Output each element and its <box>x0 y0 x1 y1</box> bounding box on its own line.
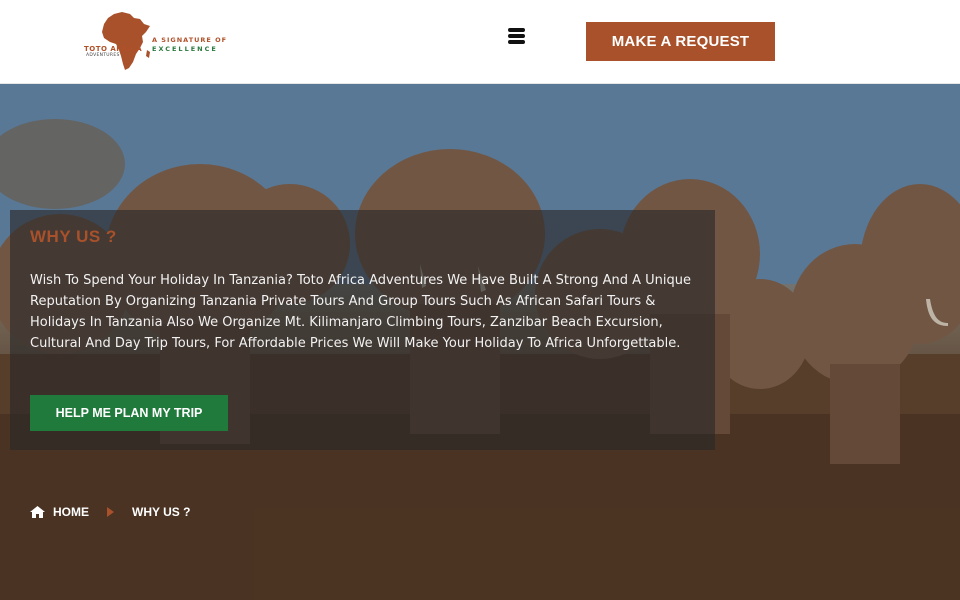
logo-tagline-line2: EXCELLENCE <box>152 45 218 53</box>
plan-trip-button[interactable]: HELP ME PLAN MY TRIP <box>30 395 228 431</box>
logo-tagline-line1: A SIGNATURE OF <box>152 36 228 44</box>
africa-map-icon <box>102 12 150 70</box>
breadcrumb: HOME WHY US ? <box>30 505 190 519</box>
caret-right-icon <box>107 507 114 517</box>
logo-brand-line1: TOTO AFRICA <box>84 45 143 53</box>
breadcrumb-current: WHY US ? <box>132 505 191 519</box>
hamburger-icon[interactable] <box>508 28 528 46</box>
breadcrumb-home[interactable]: HOME <box>53 505 89 519</box>
site-logo[interactable]: TOTO AFRICA ADVENTURES A SIGNATURE OF EX… <box>84 10 229 74</box>
logo-tagline: A SIGNATURE OF EXCELLENCE <box>152 36 227 54</box>
site-header: TOTO AFRICA ADVENTURES A SIGNATURE OF EX… <box>0 0 960 84</box>
logo-brand-line2: ADVENTURES <box>86 53 120 58</box>
page-title: WHY US ? <box>30 227 117 246</box>
make-request-button[interactable]: MAKE A REQUEST <box>586 22 775 61</box>
home-icon[interactable] <box>30 506 45 518</box>
logo-brand: TOTO AFRICA ADVENTURES <box>84 45 142 59</box>
intro-text: Wish To Spend Your Holiday In Tanzania? … <box>30 273 692 351</box>
